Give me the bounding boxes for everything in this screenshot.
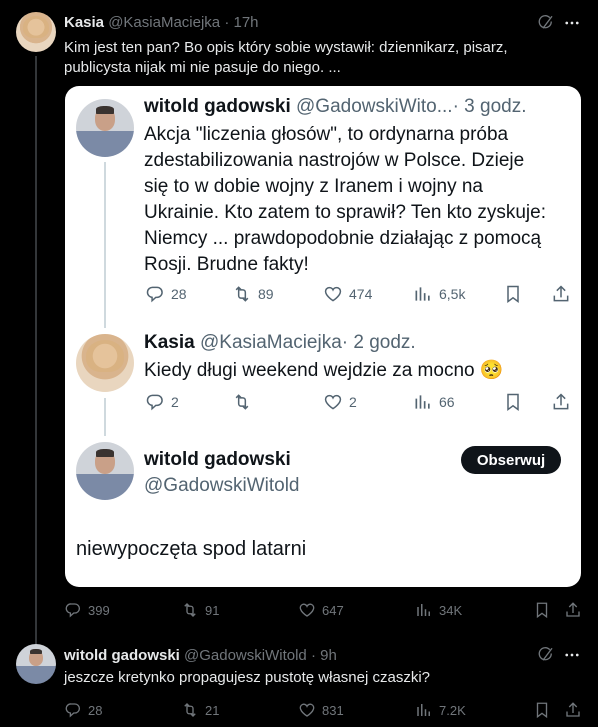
timestamp: · 3 godz. [452,96,527,117]
like-icon [298,701,316,719]
share-icon [551,392,571,412]
share-icon[interactable] [564,601,582,619]
bookmark-icon[interactable] [533,601,551,619]
bookmark-icon [503,392,523,412]
timestamp: · 2 godz. [341,332,416,353]
reply-button[interactable]: 399 [64,601,110,619]
views-icon [413,284,433,304]
reply-icon [64,701,82,719]
views-count: 66 [413,392,455,412]
like-count: 474 [323,284,372,304]
like-icon [323,284,343,304]
author-handle: @KasiaMaciejka [199,332,342,353]
retweet-count: 89 [232,284,274,304]
bookmark-icon [503,284,523,304]
tweet-text: Kim jest ten pan? Bo opis który sobie wy… [64,39,508,76]
embedded-screenshot[interactable]: witold gadowski @GadowskiWito...· 3 godz… [65,86,581,587]
like-button[interactable]: 831 [298,701,344,719]
tweet-text: niewypoczęta spod latarni [76,538,307,560]
avatar [76,99,134,157]
reply-count: 28 [145,284,187,304]
avatar [76,334,134,392]
author-name[interactable]: witold gadowski [64,647,180,664]
retweet-button[interactable]: 21 [181,701,219,719]
author-name: witold gadowski [144,96,291,117]
avatar [76,442,134,500]
more-icon[interactable] [563,14,581,32]
tweet-text: Kiedy długi weekend wejdzie za mocno 🥺 [144,360,504,381]
like-icon [323,392,343,412]
retweet-icon [232,392,252,412]
retweet-icon [232,284,252,304]
reply-icon [145,392,165,412]
author-handle: @GadowskiWito... [296,96,453,117]
tweet-text: Akcja "liczenia głosów", to ordynarna pr… [144,124,546,275]
author-handle: @GadowskiWitold [144,475,300,496]
retweet-count [232,392,258,412]
views-button[interactable]: 7.2K [415,701,466,719]
retweet-button[interactable]: 91 [181,601,219,619]
timestamp[interactable]: · 17h [224,14,258,31]
views-icon [413,392,433,412]
author-handle[interactable]: @GadowskiWitold [184,647,307,664]
retweet-icon [181,601,199,619]
tweet-text: jeszcze kretynko propagujesz pustotę wła… [64,669,431,686]
thread-line [35,56,37,644]
share-icon [551,284,571,304]
like-button[interactable]: 647 [298,601,344,619]
avatar[interactable] [16,644,56,684]
more-icon[interactable] [563,646,581,664]
like-count: 2 [323,392,357,412]
reply-icon [145,284,165,304]
follow-button[interactable]: Obserwuj [461,446,561,474]
bookmark-icon[interactable] [533,701,551,719]
reply-button[interactable]: 28 [64,701,102,719]
grok-icon[interactable] [537,646,555,664]
timestamp[interactable]: · 9h [311,647,337,664]
thread-line [104,162,106,328]
reply-count: 2 [145,392,179,412]
thread-line [104,398,106,436]
share-icon[interactable] [564,701,582,719]
author-name: witold gadowski [144,449,291,470]
views-count: 6,5k [413,284,465,304]
author-handle[interactable]: @KasiaMaciejka [108,14,220,31]
retweet-icon [181,701,199,719]
views-button[interactable]: 34K [415,601,462,619]
author-name[interactable]: Kasia [64,14,104,31]
views-icon [415,601,433,619]
author-name: Kasia [144,332,195,353]
grok-icon[interactable] [537,14,555,32]
reply-icon [64,601,82,619]
avatar[interactable] [16,12,56,52]
like-icon [298,601,316,619]
views-icon [415,701,433,719]
